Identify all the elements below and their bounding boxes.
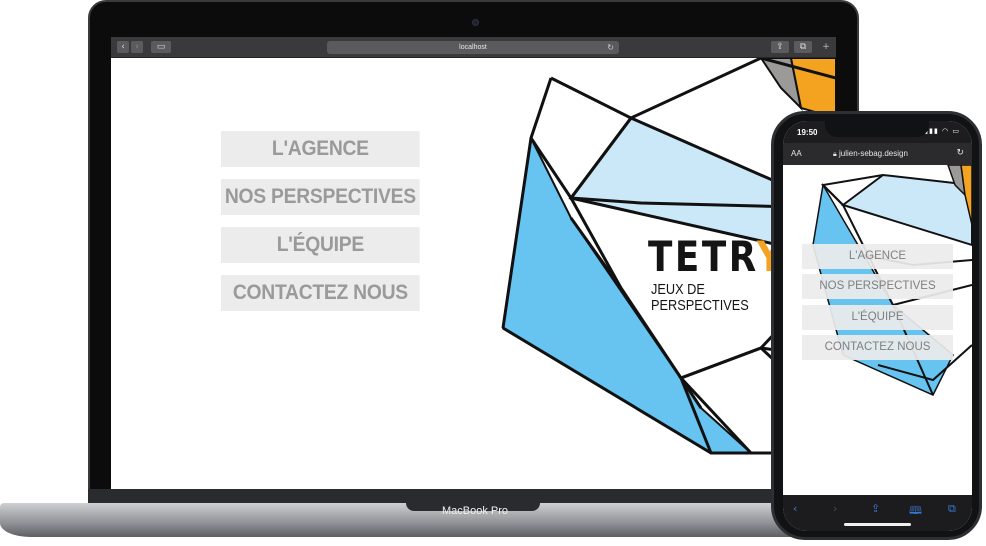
phone-url: 🔒︎ julien-sebag.design — [833, 149, 908, 159]
phone-notch — [825, 121, 929, 137]
address-bar[interactable]: localhost ↻ — [327, 41, 619, 54]
phone-logo-polyhedron-graphic — [812, 165, 972, 396]
phone-bottom-toolbar: ‹ › ⇪ 🕮︎ ⧉ — [783, 495, 972, 531]
phone-url-text: julien-sebag.design — [838, 149, 908, 158]
phone-web-page: L'AGENCE NOS PERSPECTIVES L'ÉQUIPE CONTA… — [783, 165, 972, 495]
menu-item-equipe[interactable]: L'ÉQUIPE — [221, 227, 420, 263]
tabs-icon[interactable]: ⧉ — [794, 41, 812, 53]
camera-icon — [472, 19, 479, 26]
macbook-screen: ‹ › ▭ localhost ↻ ⇪ ⧉ + TETR JEUX DE PER… — [111, 37, 836, 489]
macbook-label: MacBook Pro — [441, 505, 509, 517]
phone-menu-item-equipe[interactable]: L'ÉQUIPE — [802, 305, 953, 330]
chevron-right-icon[interactable]: › — [131, 41, 143, 53]
menu-item-perspectives[interactable]: NOS PERSPECTIVES — [221, 179, 420, 215]
share-icon[interactable]: ⇪ — [771, 41, 789, 53]
tabs-icon[interactable]: ⧉ — [948, 502, 956, 516]
web-page: TETRYS JEUX DE PERSPECTIVES L'AGENCE NOS… — [111, 58, 836, 489]
phone-address-bar[interactable]: AA 🔒︎ julien-sebag.design ↻ — [783, 143, 972, 165]
phone-menu-item-contact[interactable]: CONTACTEZ NOUS — [802, 335, 953, 360]
lock-icon: 🔒︎ — [833, 150, 837, 158]
chevron-right-icon[interactable]: › — [833, 502, 837, 515]
address-text: localhost — [459, 44, 487, 51]
phone-menu-item-perspectives[interactable]: NOS PERSPECTIVES — [802, 274, 953, 299]
chevron-left-icon[interactable]: ‹ — [793, 502, 797, 515]
chevron-left-icon[interactable]: ‹ — [117, 41, 129, 53]
home-indicator — [844, 523, 911, 526]
book-icon[interactable]: 🕮︎ — [909, 502, 922, 521]
sidebar-icon[interactable]: ▭ — [151, 41, 171, 53]
reader-aa-button[interactable]: AA — [791, 149, 802, 158]
reload-icon[interactable]: ↻ — [607, 41, 614, 54]
status-time: 19:50 — [797, 128, 818, 137]
phone-menu-item-agence[interactable]: L'AGENCE — [802, 244, 953, 269]
iphone-screen: 19:50 ▮▮▮ ◠ ▭ AA 🔒︎ julien-sebag.design … — [783, 121, 972, 531]
reload-icon[interactable]: ↻ — [956, 148, 964, 158]
share-icon[interactable]: ⇪ — [871, 502, 880, 515]
signal-wifi-battery-icons: ▮▮▮ ◠ ▭ — [924, 127, 960, 135]
new-tab-icon[interactable]: + — [820, 41, 832, 53]
menu-item-agence[interactable]: L'AGENCE — [221, 131, 420, 167]
menu-item-contact[interactable]: CONTACTEZ NOUS — [221, 275, 420, 311]
logo-text-start: TETR — [648, 232, 757, 281]
safari-toolbar: ‹ › ▭ localhost ↻ ⇪ ⧉ + — [111, 37, 836, 58]
